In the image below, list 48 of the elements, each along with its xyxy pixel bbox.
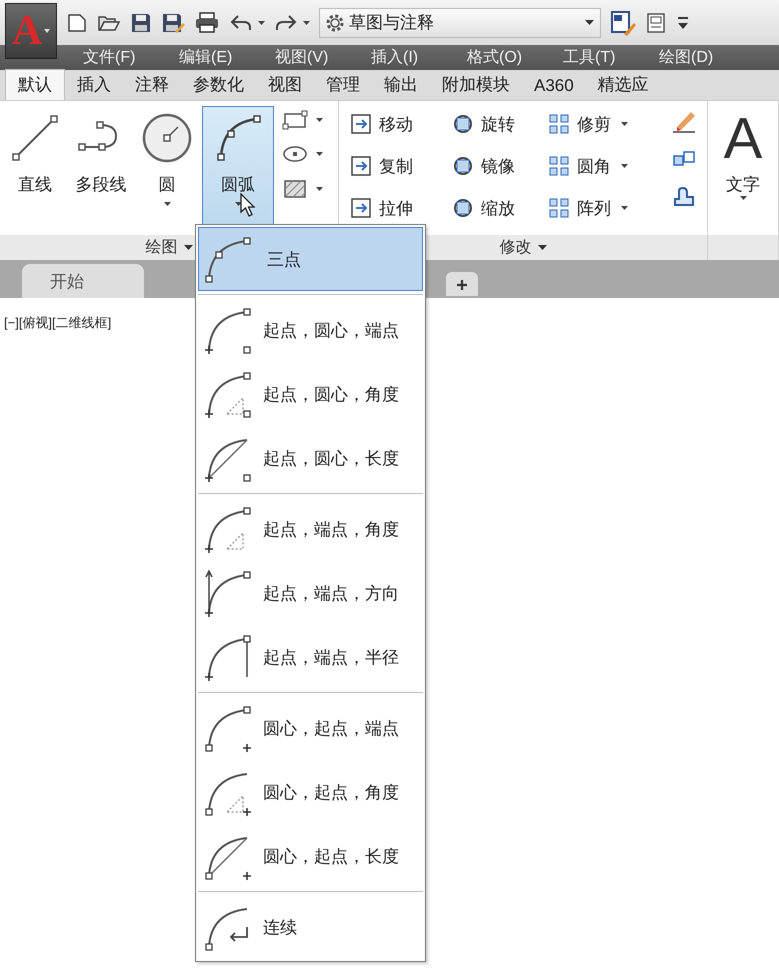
workspace-dropdown[interactable]: 草图与注释 [319,8,601,38]
modify-tool-button[interactable]: 修剪 [577,112,628,136]
ribbon-tab[interactable]: 管理 [314,70,372,100]
workspace-name: 草图与注释 [349,12,435,34]
modify-tool-button[interactable]: 旋转 [481,112,515,136]
modify-tool-button[interactable]: 镜像 [481,154,515,178]
menu-option[interactable]: 起点，端点，角度 [198,497,423,561]
ribbon-tab[interactable]: A360 [522,73,586,100]
file-tab[interactable]: 开始 [22,264,144,298]
ribbon-tab[interactable]: 插入 [65,70,123,100]
viewport-label[interactable]: [−][俯视][二维线框] [4,315,112,330]
modify-tool-button[interactable]: 复制 [379,154,413,178]
draw-tool-button[interactable]: 多段线 [70,106,132,230]
menu-item[interactable]: 格式(O) [467,47,563,68]
menu-item[interactable]: 编辑(E) [179,47,275,68]
ribbon-tab[interactable]: 视图 [256,70,314,100]
modify-tool-button[interactable]: 圆角 [577,154,628,178]
modify-tool-button[interactable]: 缩放 [481,196,515,220]
ribbon-tab[interactable]: 参数化 [181,70,256,100]
menu-option[interactable]: 起点，端点，半径 [198,625,423,689]
menu-option[interactable]: 起点，圆心，长度 [198,426,423,490]
panel-title[interactable]: 修改 [500,237,532,258]
menu-item[interactable]: 工具(T) [563,47,659,68]
menu-item[interactable]: 插入(I) [371,47,467,68]
modify-tool-button[interactable]: 拉伸 [379,196,413,220]
modify-tool-button[interactable]: 移动 [379,112,413,136]
menu-option[interactable]: 圆心，起点，端点 [198,696,423,760]
menu-option[interactable]: 起点，端点，方向 [198,561,423,625]
draw-tool-button[interactable]: 直线 [4,106,66,230]
ribbon-tab[interactable]: 输出 [372,70,430,100]
ribbon-tab[interactable]: 精选应 [586,70,661,100]
menu-option[interactable]: 起点，圆心，端点 [198,298,423,362]
ribbon-tab[interactable]: 注释 [123,70,181,100]
menu-item[interactable]: 绘图(D) [659,47,755,68]
menu-option[interactable]: 圆心，起点，角度 [198,760,423,824]
menu-option[interactable]: 起点，圆心，角度 [198,362,423,426]
menu-item[interactable]: 文件(F) [83,47,179,68]
modify-tool-button[interactable]: 阵列 [577,196,628,220]
menu-option[interactable]: 圆心，起点，长度 [198,824,423,888]
menu-option[interactable]: 连续 [198,895,423,959]
text-tool-button[interactable]: 文字 [726,173,760,196]
ribbon-tab[interactable]: 默认 [5,69,65,100]
draw-tool-button[interactable]: 圆 [136,106,198,230]
menu-option[interactable]: 三点 [198,227,423,291]
ribbon-tab[interactable]: 附加模块 [430,70,522,100]
panel-title[interactable]: 绘图 [146,237,178,258]
text-tool-icon[interactable]: A [724,109,762,169]
menu-item[interactable]: 视图(V) [275,47,371,68]
